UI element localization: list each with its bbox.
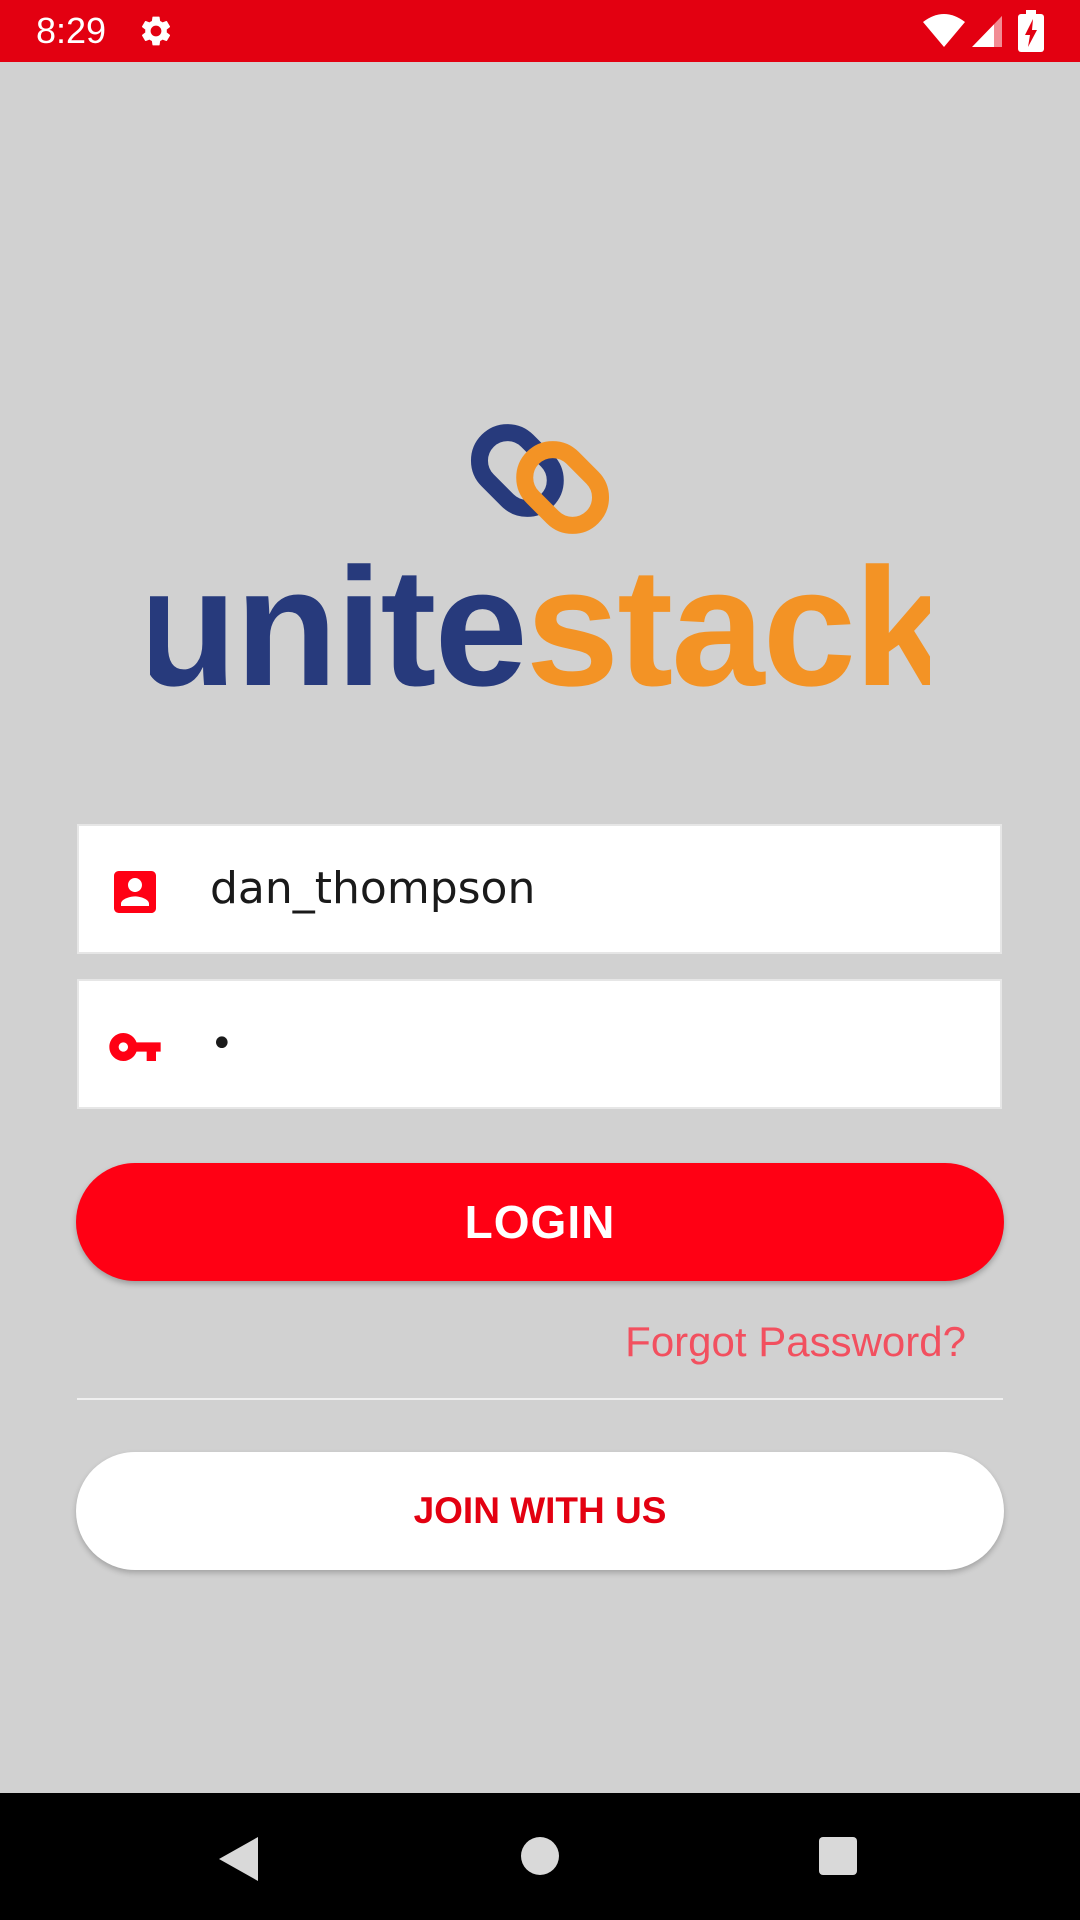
logo-wordmark: unitestack: [150, 533, 930, 700]
home-icon[interactable]: [519, 1835, 561, 1877]
back-icon[interactable]: [216, 1835, 260, 1883]
join-with-us-button[interactable]: JOIN WITH US: [76, 1452, 1004, 1570]
wifi-icon: [923, 14, 965, 47]
unitestack-logo: unitestack: [150, 424, 930, 700]
divider: [77, 1398, 1003, 1400]
gear-icon: [142, 16, 171, 46]
username-field[interactable]: dan_thompson: [77, 824, 1002, 954]
navigation-bar: [0, 1793, 1080, 1920]
username-value: dan_thompson: [210, 863, 536, 914]
login-screen: 8:29 unitestack dan_thompson • LOGIN For…: [0, 0, 1080, 1920]
logo-text-stack: stack: [526, 533, 930, 700]
password-field[interactable]: •: [77, 979, 1002, 1109]
password-value: •: [210, 1021, 234, 1067]
battery-charging-icon: [1018, 10, 1044, 52]
status-time: 8:29: [36, 10, 107, 51]
login-button[interactable]: LOGIN: [76, 1163, 1004, 1281]
recents-icon[interactable]: [818, 1835, 858, 1877]
signal-icon: [972, 16, 1002, 47]
account-box-icon: [114, 871, 156, 913]
key-icon: [109, 1033, 161, 1061]
logo-emblem: [470, 424, 610, 534]
status-bar: 8:29: [0, 0, 1080, 62]
forgot-password-link[interactable]: Forgot Password?: [620, 1312, 966, 1372]
logo-text-unite: unite: [150, 533, 526, 700]
